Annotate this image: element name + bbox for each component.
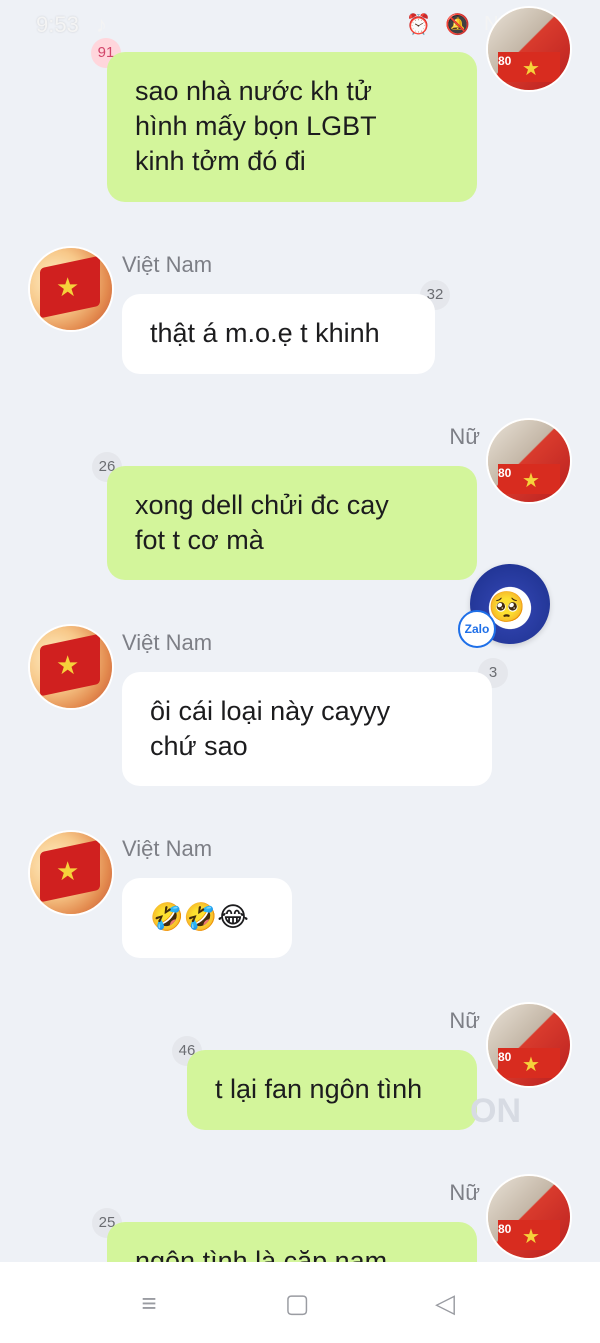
zalo-chat-head[interactable]: 🥺 Zalo — [458, 564, 550, 648]
star-icon: ★ — [522, 1054, 540, 1076]
message-bubble[interactable]: ôi cái loại này cayyy chứ sao — [122, 672, 492, 786]
avatar[interactable]: 80 ★ — [488, 8, 570, 90]
mute-icon: 🔕 — [445, 14, 471, 36]
sender-name: Nữ — [449, 1008, 480, 1033]
watermark: ON — [470, 1092, 521, 1130]
sender-name: Nữ — [449, 424, 480, 449]
status-time: 9:53 — [36, 12, 79, 37]
star-icon: ★ — [56, 272, 80, 302]
star-icon: ★ — [522, 1226, 540, 1248]
message-bubble[interactable]: thật á m.o.ẹ t khinh — [122, 294, 435, 374]
star-icon: ★ — [522, 58, 540, 80]
avatar[interactable]: ★ — [30, 248, 112, 330]
home-icon[interactable]: ▢ — [282, 1288, 312, 1318]
system-nav-bar: ≡ ▢ ◁ — [0, 1262, 600, 1343]
star-icon: ★ — [56, 856, 80, 886]
sender-name: Nữ — [449, 1180, 480, 1205]
sender-name: Việt Nam — [122, 836, 213, 861]
avatar[interactable]: 80 ★ — [488, 1004, 570, 1086]
message-bubble[interactable]: t lại fan ngôn tình — [187, 1050, 477, 1130]
back-icon[interactable]: ◁ — [430, 1288, 460, 1318]
message-bubble[interactable]: 🤣🤣😂 — [122, 878, 292, 958]
sender-name: Việt Nam — [122, 252, 213, 277]
message-bubble[interactable]: sao nhà nước kh tử hình mấy bọn LGBT kin… — [107, 52, 477, 202]
tiktok-icon: ♪ — [96, 12, 107, 37]
avatar[interactable]: 80 ★ — [488, 420, 570, 502]
message-bubble[interactable]: xong dell chửi đc cay fot t cơ mà — [107, 466, 477, 580]
zalo-logo: Zalo — [458, 610, 496, 648]
star-icon: ★ — [56, 650, 80, 680]
sender-name: Việt Nam — [122, 630, 213, 655]
alarm-icon: ⏰ — [406, 14, 432, 36]
star-icon: ★ — [522, 470, 540, 492]
avatar[interactable]: ★ — [30, 626, 112, 708]
avatar[interactable]: ★ — [30, 832, 112, 914]
avatar[interactable]: 80 ★ — [488, 1176, 570, 1258]
menu-icon[interactable]: ≡ — [134, 1288, 164, 1318]
